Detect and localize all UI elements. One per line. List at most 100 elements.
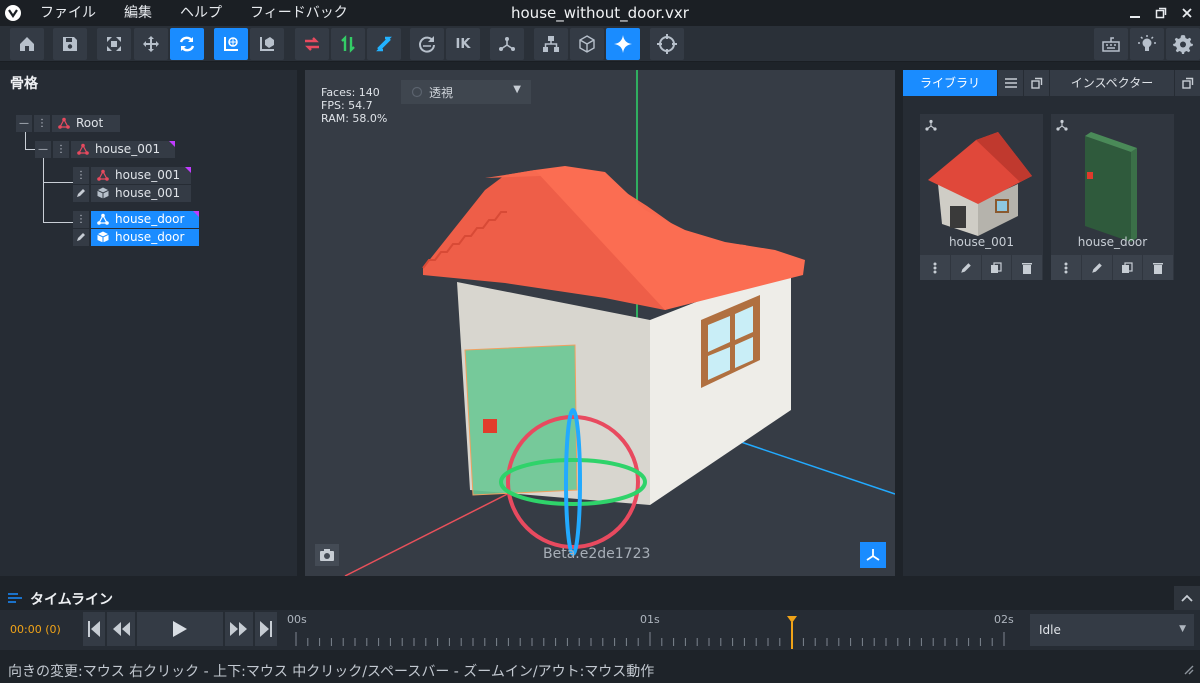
asset-menu-button[interactable] bbox=[1051, 255, 1081, 280]
node-menu-button[interactable]: ⋮ bbox=[34, 114, 50, 132]
asset-edit-button[interactable] bbox=[950, 255, 981, 280]
resize-grip-icon[interactable] bbox=[1182, 663, 1194, 675]
go-to-start-button[interactable] bbox=[83, 612, 105, 646]
tree-node-door-bone[interactable]: house_door bbox=[91, 210, 199, 228]
ik-button[interactable]: IK bbox=[446, 28, 480, 60]
tree-row-house-bone[interactable]: ⋮ house_001 bbox=[73, 166, 191, 184]
target-button[interactable] bbox=[650, 28, 684, 60]
swap-depth-button[interactable] bbox=[367, 28, 401, 60]
edit-mesh-button[interactable] bbox=[73, 184, 89, 202]
pencil-icon bbox=[77, 233, 85, 241]
step-back-button[interactable] bbox=[107, 612, 135, 646]
timeline-ruler[interactable]: 00s 01s 02s bbox=[284, 610, 1019, 650]
edit-mesh-button[interactable] bbox=[73, 228, 89, 246]
tree-row-root[interactable]: — ⋮ Root bbox=[16, 114, 120, 132]
playhead-marker[interactable] bbox=[786, 610, 798, 650]
collapse-toggle[interactable]: — bbox=[16, 114, 32, 132]
tree-node-house-mesh[interactable]: house_001 bbox=[91, 184, 191, 202]
asset-delete-button[interactable] bbox=[1143, 255, 1173, 280]
pencil-icon bbox=[77, 189, 85, 197]
tree-node-root[interactable]: Root bbox=[52, 114, 120, 132]
rotate-tool-button[interactable] bbox=[170, 28, 204, 60]
asset-card[interactable]: house_001 bbox=[920, 114, 1043, 280]
node-menu-button[interactable]: ⋮ bbox=[73, 210, 89, 228]
play-button[interactable] bbox=[137, 612, 223, 646]
asset-edit-button[interactable] bbox=[1081, 255, 1112, 280]
refresh-icon bbox=[419, 36, 435, 53]
build-watermark: Beta.e2de1723 bbox=[543, 546, 651, 562]
asset-delete-button[interactable] bbox=[1012, 255, 1042, 280]
sparkle-button[interactable] bbox=[606, 28, 640, 60]
list-view-button[interactable] bbox=[997, 70, 1023, 96]
close-button[interactable] bbox=[1174, 0, 1200, 26]
undock-inspector-button[interactable] bbox=[1174, 70, 1200, 96]
tree-node-house-bone[interactable]: house_001 bbox=[91, 166, 191, 184]
asset-menu-button[interactable] bbox=[920, 255, 950, 280]
tree-node-house-group[interactable]: house_001 bbox=[71, 140, 175, 158]
scene-canvas[interactable] bbox=[305, 70, 895, 576]
tree-node-door-mesh[interactable]: house_door bbox=[91, 228, 199, 246]
gear-icon bbox=[1173, 35, 1193, 54]
swap-horizontal-button[interactable] bbox=[295, 28, 329, 60]
maximize-button[interactable] bbox=[1148, 0, 1174, 26]
menu-bar: ファイル 編集 ヘルプ フィードバック house_without_door.v… bbox=[0, 0, 1200, 26]
local-space-button[interactable] bbox=[250, 28, 284, 60]
copy-icon bbox=[1122, 261, 1133, 273]
tree-row-house-mesh[interactable]: house_001 bbox=[73, 184, 191, 202]
app-logo-icon[interactable] bbox=[0, 0, 26, 26]
settings-button[interactable] bbox=[1166, 28, 1200, 60]
asset-duplicate-button[interactable] bbox=[981, 255, 1012, 280]
bone-icon bbox=[77, 143, 89, 155]
corner-marker-icon bbox=[169, 140, 175, 147]
save-button[interactable] bbox=[53, 28, 87, 60]
asset-duplicate-button[interactable] bbox=[1112, 255, 1143, 280]
tree-row-door-mesh[interactable]: house_door bbox=[73, 228, 199, 246]
screenshot-button[interactable] bbox=[315, 544, 339, 566]
timeline-collapse-button[interactable] bbox=[1174, 586, 1200, 610]
keyboard-button[interactable] bbox=[1094, 28, 1128, 60]
fit-view-button[interactable] bbox=[97, 28, 131, 60]
light-button[interactable] bbox=[1130, 28, 1164, 60]
animation-select[interactable]: Idle ▼ bbox=[1030, 614, 1194, 646]
ik-label: IK bbox=[455, 36, 471, 52]
menu-feedback[interactable]: フィードバック bbox=[236, 0, 362, 26]
tree-row-door-bone[interactable]: ⋮ house_door bbox=[73, 210, 199, 228]
step-forward-button[interactable] bbox=[225, 612, 253, 646]
reset-rotation-button[interactable] bbox=[410, 28, 444, 60]
go-to-end-button[interactable] bbox=[255, 612, 277, 646]
axis-orientation-button[interactable] bbox=[860, 542, 886, 568]
hierarchy-icon bbox=[543, 36, 559, 52]
copy-icon bbox=[991, 261, 1002, 273]
tree-row-house-group[interactable]: — ⋮ house_001 bbox=[35, 140, 175, 158]
minimize-button[interactable] bbox=[1122, 0, 1148, 26]
chevron-down-icon: ▼ bbox=[1179, 624, 1186, 634]
menu-file[interactable]: ファイル bbox=[26, 0, 110, 26]
node-menu-button[interactable]: ⋮ bbox=[73, 166, 89, 184]
trash-icon bbox=[1153, 262, 1164, 274]
collapse-toggle[interactable]: — bbox=[35, 140, 51, 158]
expand-icon bbox=[107, 37, 121, 51]
home-icon bbox=[20, 37, 34, 51]
view-mode-value: 透視 bbox=[429, 85, 454, 100]
bone-button[interactable] bbox=[490, 28, 524, 60]
world-space-button[interactable] bbox=[214, 28, 248, 60]
mesh-button[interactable] bbox=[570, 28, 604, 60]
menu-help[interactable]: ヘルプ bbox=[166, 0, 236, 26]
home-button[interactable] bbox=[10, 28, 44, 60]
asset-card[interactable]: house_door bbox=[1051, 114, 1174, 280]
move-tool-button[interactable] bbox=[134, 28, 168, 60]
tab-inspector[interactable]: インスペクター bbox=[1050, 70, 1174, 96]
fps-readout: FPS: 54.7 bbox=[321, 99, 373, 112]
cube-icon bbox=[97, 187, 109, 199]
asset-actions bbox=[920, 255, 1043, 280]
menu-edit[interactable]: 編集 bbox=[110, 0, 166, 26]
timeline-bar: 00:00 (0) 00s 01s 02s Idle ▼ bbox=[0, 610, 1200, 650]
tab-library[interactable]: ライブラリ bbox=[903, 70, 997, 96]
swap-vertical-button[interactable] bbox=[331, 28, 365, 60]
more-vertical-icon bbox=[933, 262, 937, 273]
node-menu-button[interactable]: ⋮ bbox=[53, 140, 69, 158]
hierarchy-button[interactable] bbox=[534, 28, 568, 60]
undock-library-button[interactable] bbox=[1023, 70, 1049, 96]
view-mode-select[interactable]: 透視 ▼ bbox=[401, 80, 531, 104]
3d-viewport[interactable]: Faces: 140 FPS: 54.7 RAM: 58.0% 透視 ▼ Bet… bbox=[305, 70, 895, 576]
